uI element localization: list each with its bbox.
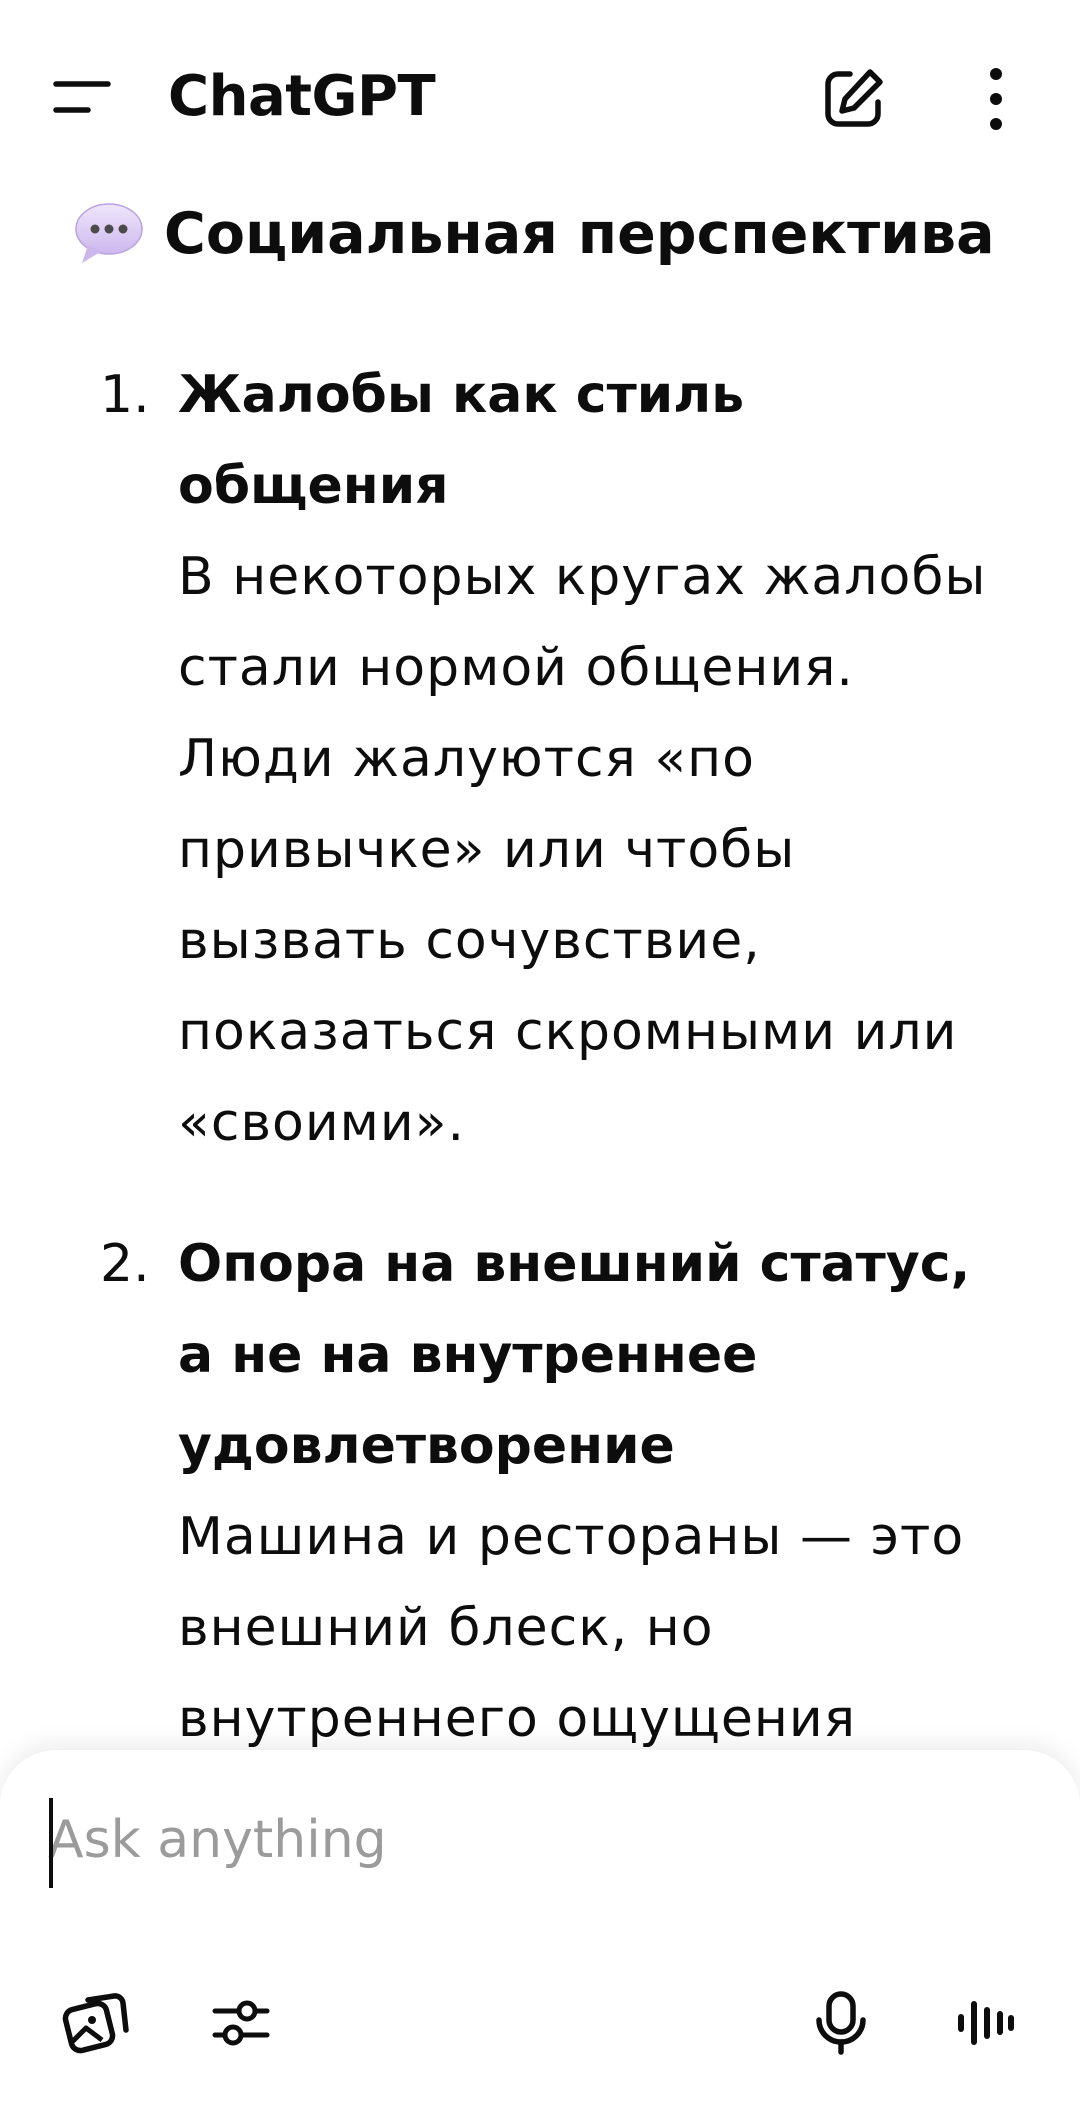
list-item-number: 1. (100, 365, 150, 425)
speech-bubble-icon (75, 203, 143, 263)
prompt-input[interactable] (48, 1790, 1008, 1890)
chat-screen: ChatGPT Социальная перспектива 1. Жалобы… (0, 0, 1080, 2116)
section-heading: Социальная перспектива (74, 194, 995, 274)
new-chat-button[interactable] (818, 64, 888, 134)
menu-button[interactable] (52, 70, 116, 124)
voice-mode-button[interactable] (940, 1978, 1030, 2068)
list-item-text: Машина и рестораны — это внешний блеск, … (178, 1507, 965, 1749)
list-item: 1. Жалобы как стиль общения В некоторых … (0, 350, 1080, 1169)
message-composer (0, 1750, 1080, 2116)
list-item-body: Жалобы как стиль общения В некоторых кру… (178, 350, 1018, 1169)
app-header: ChatGPT (0, 0, 1080, 190)
edit-pencil-icon (825, 69, 883, 127)
tools-button[interactable] (196, 1978, 286, 2068)
attach-image-button[interactable] (52, 1978, 142, 2068)
sliders-icon (212, 2000, 270, 2046)
message-content: Социальная перспектива 1. Жалобы как сти… (0, 180, 1080, 1750)
list-item-body: Опора на внешний статус, а не на внутрен… (178, 1219, 1018, 1750)
list-item-number: 2. (100, 1234, 150, 1294)
app-title: ChatGPT (168, 64, 436, 129)
voice-waveform-icon (958, 2001, 1014, 2045)
more-options-button[interactable] (968, 64, 1024, 134)
numbered-list: 1. Жалобы как стиль общения В некоторых … (0, 350, 1080, 1750)
section-heading-text: Социальная перспектива (164, 201, 995, 267)
vertical-ellipsis-icon (990, 68, 1002, 130)
text-caret (49, 1798, 53, 1888)
list-item: 2. Опора на внешний статус, а не на внут… (0, 1219, 1080, 1750)
microphone-icon (816, 1991, 866, 2055)
list-item-title: Опора на внешний статус, а не на внутрен… (178, 1234, 971, 1476)
image-gallery-icon (62, 1993, 129, 2054)
list-item-text: В некоторых кругах жалобы стали нормой о… (178, 547, 987, 1153)
microphone-button[interactable] (796, 1978, 886, 2068)
hamburger-menu-icon (53, 81, 111, 113)
list-item-title: Жалобы как стиль общения (178, 365, 745, 516)
